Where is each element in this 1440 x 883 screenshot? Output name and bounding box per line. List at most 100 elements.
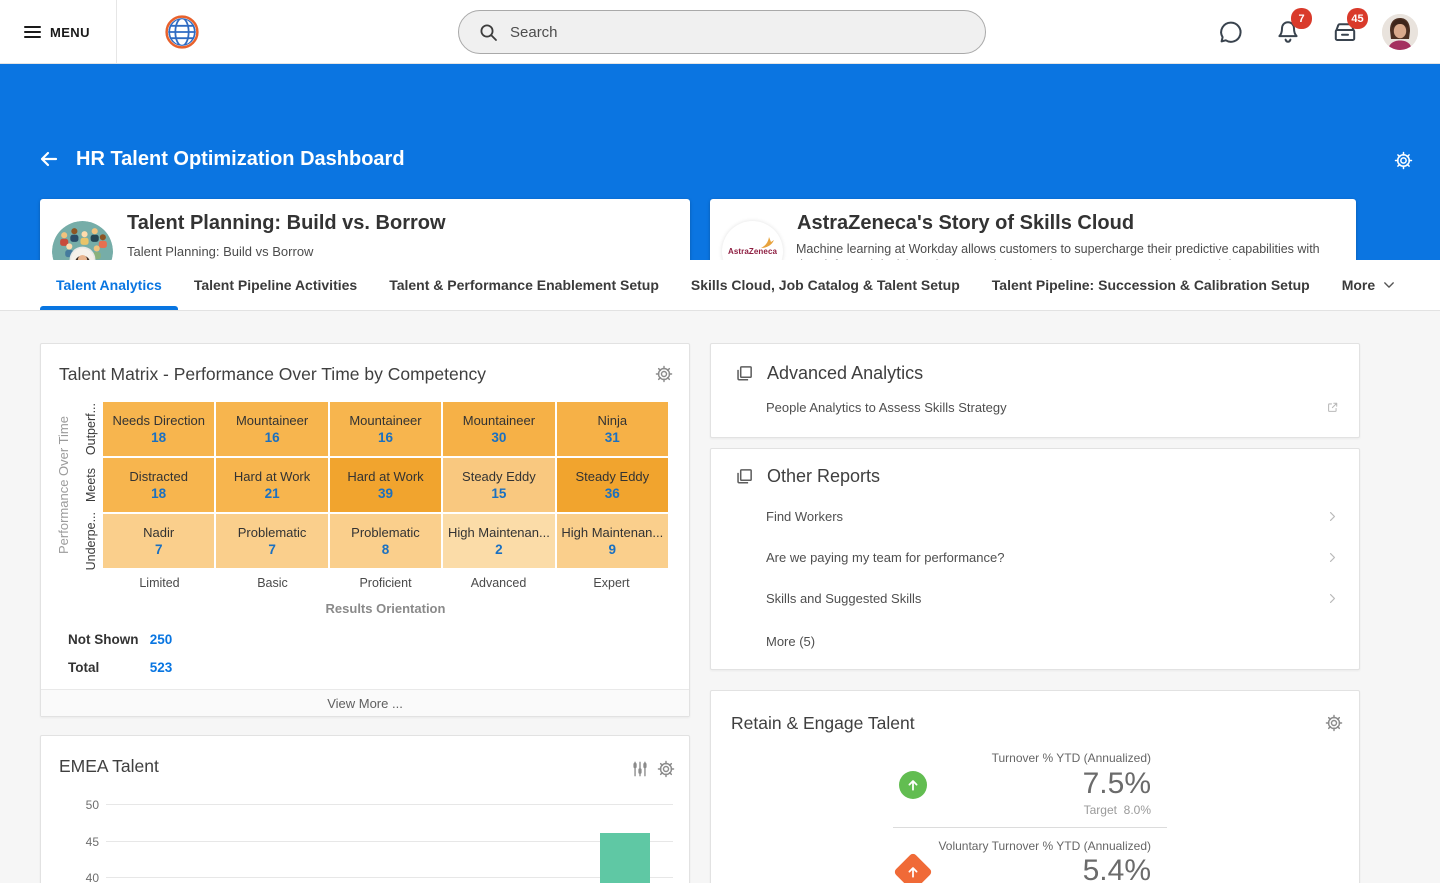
tab-talent-pipeline-succession-calibration-setup[interactable]: Talent Pipeline: Succession & Calibratio… [976, 260, 1326, 310]
report-link-skills-suggested-skills[interactable]: Skills and Suggested Skills [766, 589, 1339, 607]
profile-avatar[interactable] [1382, 14, 1418, 50]
section-title: Advanced Analytics [767, 363, 923, 384]
emea-bar[interactable] [600, 833, 650, 883]
external-link-icon [1326, 401, 1339, 414]
matrix-cell[interactable]: Ninja31 [557, 402, 668, 456]
notifications-badge: 7 [1291, 8, 1312, 29]
search-icon [479, 23, 498, 42]
gridline [106, 877, 673, 878]
y-tick-label: 40 [59, 871, 99, 883]
matrix-cell[interactable]: Distracted18 [103, 458, 214, 512]
matrix-cell[interactable]: Mountaineer16 [330, 402, 441, 456]
matrix-cell[interactable]: Mountaineer30 [443, 402, 554, 456]
global-menu-button[interactable]: MENU [24, 18, 90, 46]
matrix-row-label-meets: Meets [83, 458, 99, 512]
back-arrow-icon [38, 148, 60, 170]
retain-settings-button[interactable] [1325, 714, 1343, 732]
report-link-paying-for-performance[interactable]: Are we paying my team for performance? [766, 548, 1339, 566]
report-link-people-analytics[interactable]: People Analytics to Assess Skills Strate… [766, 398, 1339, 416]
announcement-title: Talent Planning: Build vs. Borrow [127, 212, 446, 235]
inbox-badge: 45 [1347, 8, 1368, 29]
kpi-label: Voluntary Turnover % YTD (Annualized) [851, 839, 1151, 853]
matrix-cell[interactable]: Problematic8 [330, 514, 441, 568]
chevron-right-icon [1326, 551, 1339, 564]
chat-button[interactable] [1217, 18, 1245, 46]
card-title: Talent Matrix - Performance Over Time by… [59, 364, 486, 385]
chevron-right-icon [1326, 510, 1339, 523]
more-reports-link[interactable]: More (5) [766, 632, 1339, 650]
gear-icon [1325, 714, 1343, 732]
matrix-cell[interactable]: Mountaineer16 [216, 402, 327, 456]
matrix-cell[interactable]: Nadir7 [103, 514, 214, 568]
workday-tenant-logo[interactable] [163, 13, 201, 51]
matrix-cell[interactable]: Steady Eddy36 [557, 458, 668, 512]
matrix-column-labels: Limited Basic Proficient Advanced Expert [103, 576, 668, 590]
announcement-title: AstraZeneca's Story of Skills Cloud [797, 212, 1134, 235]
avatar-photo [1382, 14, 1418, 50]
card-title: Retain & Engage Talent [731, 713, 915, 734]
gridline [106, 804, 673, 805]
announcement-subtitle: Talent Planning: Build vs Borrow [127, 244, 313, 259]
dashboard-header: HR Talent Optimization Dashboard [0, 64, 1440, 260]
global-search-bar[interactable] [458, 10, 986, 54]
gridline [106, 841, 673, 842]
reports-icon [735, 364, 754, 383]
top-bar: MENU 7 [0, 0, 1440, 64]
advanced-analytics-card: Advanced Analytics People Analytics to A… [710, 343, 1360, 438]
matrix-cell[interactable]: Needs Direction18 [103, 402, 214, 456]
card-title: EMEA Talent [59, 756, 159, 777]
back-button[interactable] [38, 148, 60, 170]
page-title: HR Talent Optimization Dashboard [76, 146, 405, 173]
gear-icon [1394, 151, 1413, 170]
hamburger-icon [24, 26, 41, 38]
chart-filter-sliders-icon[interactable] [631, 760, 649, 778]
topbar-divider [116, 0, 117, 64]
total-count-link[interactable]: 523 [150, 660, 173, 675]
search-input[interactable] [510, 24, 950, 41]
dashboard-tabs: Talent Analytics Talent Pipeline Activit… [0, 260, 1440, 311]
matrix-y-axis-title: Performance Over Time [55, 402, 71, 568]
gear-icon [655, 365, 673, 383]
chat-icon [1217, 18, 1245, 46]
matrix-cell[interactable]: Problematic7 [216, 514, 327, 568]
matrix-not-shown-row: Not Shown 250 [68, 632, 172, 647]
matrix-cell[interactable]: High Maintenan...2 [443, 514, 554, 568]
matrix-x-axis-title: Results Orientation [103, 601, 668, 616]
y-tick-label: 50 [59, 798, 99, 812]
kpi-value[interactable]: 5.4% [851, 854, 1151, 883]
section-title: Other Reports [767, 466, 880, 487]
tab-talent-analytics[interactable]: Talent Analytics [40, 260, 178, 310]
y-tick-label: 45 [59, 835, 99, 849]
matrix-total-row: Total 523 [68, 660, 172, 675]
matrix-cell[interactable]: Steady Eddy15 [443, 458, 554, 512]
talent-matrix-grid: Needs Direction18 Mountaineer16 Mountain… [103, 402, 668, 568]
menu-label: MENU [50, 25, 90, 40]
gear-icon[interactable] [657, 760, 675, 778]
matrix-cell[interactable]: Hard at Work39 [330, 458, 441, 512]
chevron-right-icon [1326, 592, 1339, 605]
astrazeneca-swoosh-icon [759, 235, 775, 251]
tab-talent-performance-enablement-setup[interactable]: Talent & Performance Enablement Setup [373, 260, 675, 310]
tab-more[interactable]: More [1326, 260, 1412, 310]
tab-skills-cloud-job-catalog-talent-setup[interactable]: Skills Cloud, Job Catalog & Talent Setup [675, 260, 976, 310]
dashboard-settings-button[interactable] [1394, 151, 1413, 170]
report-link-find-workers[interactable]: Find Workers [766, 507, 1339, 525]
reports-icon [735, 467, 754, 486]
matrix-cell[interactable]: High Maintenan...9 [557, 514, 668, 568]
tab-talent-pipeline-activities[interactable]: Talent Pipeline Activities [178, 260, 373, 310]
chevron-down-icon [1382, 278, 1396, 292]
emea-talent-card: EMEA Talent 50 45 40 [40, 735, 690, 883]
not-shown-count-link[interactable]: 250 [150, 632, 173, 647]
matrix-view-more-link[interactable]: View More ... [41, 689, 689, 716]
kpi-target: Target 8.0% [851, 803, 1151, 817]
kpi-value[interactable]: 7.5% [851, 767, 1151, 801]
other-reports-card: Other Reports Find Workers Are we paying… [710, 448, 1360, 670]
retain-engage-card: Retain & Engage Talent Turnover % YTD (A… [710, 690, 1360, 883]
matrix-row-label-outperform: Outperf... [83, 402, 99, 456]
globe-icon [163, 13, 201, 51]
kpi-label: Turnover % YTD (Annualized) [851, 751, 1151, 765]
talent-matrix-card: Talent Matrix - Performance Over Time by… [40, 343, 690, 717]
matrix-settings-button[interactable] [655, 365, 673, 383]
matrix-cell[interactable]: Hard at Work21 [216, 458, 327, 512]
kpi-divider [893, 827, 1167, 828]
